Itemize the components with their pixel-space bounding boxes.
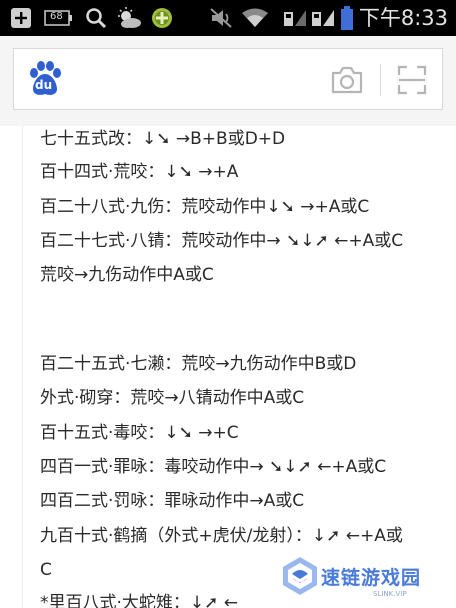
watermark-logo-icon [281,556,319,600]
sim1-signal-icon [282,0,308,36]
move-line: 四百一式·罪咏：毒咬动作中→ ➘↓➚ ←+A或C [40,457,387,477]
search-divider [380,64,381,96]
wifi-icon [240,0,270,36]
content-left-border [22,126,23,608]
battery-icon [338,0,356,36]
mute-icon [208,0,234,36]
scan-icon[interactable] [397,65,427,99]
weather-icon [115,0,143,36]
search-icon [84,0,108,36]
search-input[interactable]: du [13,48,443,110]
baidu-logo-text: du [35,78,53,92]
search-header: du [0,36,456,126]
move-line: 百十四式·荒咬：↓➘ →+A [40,162,239,182]
status-bar: 68 下午8:33 [0,0,456,36]
move-line: 百十五式·毒咬：↓➘ →+C [40,423,239,443]
add-box-icon [8,0,34,36]
move-line: 荒咬→九伤动作中A或C [40,265,214,285]
watermark-title: 速链游戏园 [321,567,422,589]
article-content: 七十五式改：↓➘ →B+B或D+D 百十四式·荒咬：↓➘ →+A 百二十八式·九… [0,126,456,608]
game-app-icon [150,0,174,36]
baidu-paw-logo[interactable]: du [28,61,62,97]
move-line: 百二十五式·七濑：荒咬→九伤动作中B或D [40,354,357,374]
watermark-subtitle: SLINK.VIP [373,590,407,598]
move-line: 百二十七式·八锖：荒咬动作中→ ➘↓➚ ←+A或C [40,231,404,251]
move-line: C [40,560,52,580]
status-clock: 下午8:33 [358,6,448,30]
site-watermark: 速链游戏园 SLINK.VIP [275,546,456,608]
battery-percent-text: 68 [50,11,63,22]
move-line: *里百八式·大蛇雉：↓➚ ← [40,593,239,608]
move-line: 百二十八式·九伤：荒咬动作中↓➘ →+A或C [40,197,370,217]
move-line: 七十五式改：↓➘ →B+B或D+D [40,129,286,149]
move-line: 四百二式·罚咏：罪咏动作中→A或C [40,491,305,511]
camera-icon[interactable] [330,65,364,99]
move-line: 外式·砌穿：荒咬→八锖动作中A或C [40,388,305,408]
sim2-signal-icon [310,0,336,36]
battery-68-icon: 68 [44,0,74,36]
